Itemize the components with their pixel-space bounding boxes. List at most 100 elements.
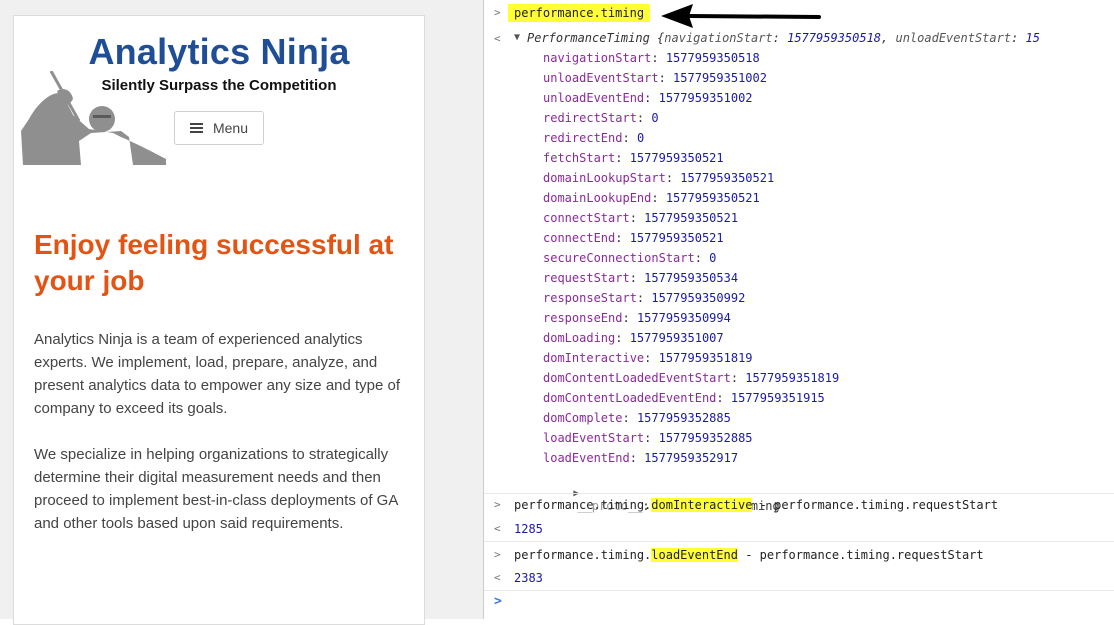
chevron-right-icon: > bbox=[494, 594, 502, 609]
property-value: 1577959350994 bbox=[636, 311, 731, 325]
property-value: 1577959350992 bbox=[651, 291, 746, 305]
specialize-paragraph: We specialize in helping organizations t… bbox=[34, 446, 398, 532]
command-loadeventend-diff[interactable]: performance.timing.loadEventEnd - perfor… bbox=[514, 548, 984, 562]
property-key: responseStart bbox=[543, 291, 637, 305]
intro-paragraph: Analytics Ninja is a team of experienced… bbox=[34, 331, 401, 417]
command-dominteractive-diff[interactable]: performance.timing.domInteractive - perf… bbox=[514, 498, 998, 512]
property-key: requestStart bbox=[543, 271, 630, 285]
property-value: 0 bbox=[651, 111, 659, 125]
property-key: fetchStart bbox=[543, 151, 616, 165]
property-key: secureConnectionStart bbox=[543, 251, 695, 265]
property-key: domInteractive bbox=[543, 351, 645, 365]
console-separator bbox=[484, 493, 1114, 494]
summary-value: 15 bbox=[1025, 31, 1040, 45]
property-row[interactable]: responseStart: 1577959350992 bbox=[543, 291, 745, 305]
property-row[interactable]: unloadEventEnd: 1577959351002 bbox=[543, 91, 753, 105]
property-key: loadEventEnd bbox=[543, 451, 630, 465]
output-chevron-icon: < bbox=[494, 522, 501, 535]
expand-triangle-icon[interactable]: ▼ bbox=[514, 32, 520, 43]
property-row[interactable]: domInteractive: 1577959351819 bbox=[543, 351, 753, 365]
property-row[interactable]: redirectEnd: 0 bbox=[543, 131, 644, 145]
property-row[interactable]: redirectStart: 0 bbox=[543, 111, 659, 125]
input-chevron-icon: > bbox=[494, 498, 501, 511]
command-performance-timing[interactable]: performance.timing bbox=[508, 4, 651, 22]
property-value: 1577959352885 bbox=[636, 411, 731, 425]
property-value: 1577959351007 bbox=[629, 331, 724, 345]
command-suffix: - performance.timing.requestStart bbox=[737, 548, 984, 562]
console-result-row: < 1285 bbox=[484, 519, 1114, 541]
property-row[interactable]: connectStart: 1577959350521 bbox=[543, 211, 738, 225]
property-row[interactable]: domContentLoadedEventStart: 157795935181… bbox=[543, 371, 839, 385]
summary-key: unloadEventStart bbox=[895, 31, 1012, 45]
console-output-object: < ▼ PerformanceTiming {navigationStart: … bbox=[484, 28, 1114, 513]
console-prompt-input[interactable] bbox=[512, 592, 1102, 614]
property-value: 1577959350521 bbox=[629, 151, 724, 165]
property-row[interactable]: responseEnd: 1577959350994 bbox=[543, 311, 731, 325]
property-row[interactable]: domLoading: 1577959351007 bbox=[543, 331, 724, 345]
property-value: 0 bbox=[636, 131, 645, 145]
input-chevron-icon: > bbox=[494, 548, 501, 561]
input-chevron-icon: > bbox=[494, 6, 501, 19]
property-value: 1577959350534 bbox=[644, 271, 739, 285]
property-value: 0 bbox=[709, 251, 717, 265]
property-value: 1577959350521 bbox=[680, 171, 775, 185]
property-row[interactable]: domComplete: 1577959352885 bbox=[543, 411, 731, 425]
property-value: 1577959350518 bbox=[665, 51, 760, 65]
property-key: connectStart bbox=[543, 211, 630, 225]
property-key: domainLookupEnd bbox=[543, 191, 652, 205]
property-key: navigationStart bbox=[543, 51, 652, 65]
output-chevron-icon: < bbox=[494, 32, 501, 45]
summary-value: 1577959350518 bbox=[787, 31, 882, 45]
property-key: domContentLoadedEventEnd bbox=[543, 391, 717, 405]
website-page: Analytics Ninja Silently Surpass the Com… bbox=[13, 15, 425, 625]
property-row[interactable]: unloadEventStart: 1577959351002 bbox=[543, 71, 767, 85]
command-prefix: performance.timing. bbox=[514, 498, 652, 512]
property-row[interactable]: connectEnd: 1577959350521 bbox=[543, 231, 724, 245]
property-value: 1577959351002 bbox=[658, 91, 753, 105]
result-value: 2383 bbox=[514, 571, 543, 585]
highlighted-property: loadEventEnd bbox=[651, 548, 738, 562]
devtools-console[interactable]: > performance.timing < ▼ PerformanceTimi… bbox=[483, 0, 1114, 619]
property-row[interactable]: secureConnectionStart: 0 bbox=[543, 251, 716, 265]
property-row[interactable]: fetchStart: 1577959350521 bbox=[543, 151, 724, 165]
property-row[interactable]: loadEventStart: 1577959352885 bbox=[543, 431, 753, 445]
property-value: 1577959351915 bbox=[730, 391, 825, 405]
property-value: 1577959352885 bbox=[658, 431, 753, 445]
property-row[interactable]: requestStart: 1577959350534 bbox=[543, 271, 738, 285]
menu-button[interactable]: Menu bbox=[174, 111, 264, 145]
property-key: redirectStart bbox=[543, 111, 637, 125]
command-suffix: - performance.timing.requestStart bbox=[752, 498, 999, 512]
highlighted-property: domInteractive bbox=[651, 498, 753, 512]
summary-key: navigationStart bbox=[664, 31, 773, 45]
property-value: 1577959350521 bbox=[644, 211, 739, 225]
site-title[interactable]: Analytics Ninja bbox=[14, 31, 424, 73]
property-row[interactable]: domainLookupEnd: 1577959350521 bbox=[543, 191, 760, 205]
object-type: PerformanceTiming bbox=[527, 31, 650, 45]
console-separator bbox=[484, 590, 1114, 591]
property-value: 1577959351819 bbox=[745, 371, 840, 385]
property-key: connectEnd bbox=[543, 231, 616, 245]
property-key: responseEnd bbox=[543, 311, 623, 325]
property-key: domContentLoadedEventStart bbox=[543, 371, 731, 385]
menu-button-label: Menu bbox=[212, 120, 249, 136]
site-tagline: Silently Surpass the Competition bbox=[101, 77, 337, 94]
property-row[interactable]: loadEventEnd: 1577959352917 bbox=[543, 451, 738, 465]
page-headline: Enjoy feeling successful at your job bbox=[34, 229, 394, 296]
property-key: domainLookupStart bbox=[543, 171, 666, 185]
command-prefix: performance.timing. bbox=[514, 548, 652, 562]
console-input-row: > performance.timing.domInteractive - pe… bbox=[484, 495, 1114, 519]
property-key: redirectEnd bbox=[543, 131, 623, 145]
property-row[interactable]: navigationStart: 1577959350518 bbox=[543, 51, 760, 65]
property-key: unloadEventStart bbox=[543, 71, 659, 85]
object-summary[interactable]: PerformanceTiming {navigationStart: 1577… bbox=[527, 31, 1040, 45]
property-row[interactable]: domContentLoadedEventEnd: 1577959351915 bbox=[543, 391, 825, 405]
property-row[interactable]: domainLookupStart: 1577959350521 bbox=[543, 171, 774, 185]
console-result-row: < 2383 bbox=[484, 568, 1114, 590]
console-input-row: > performance.timing.loadEventEnd - perf… bbox=[484, 545, 1114, 569]
property-value: 1577959350521 bbox=[629, 231, 724, 245]
console-separator bbox=[484, 541, 1114, 542]
output-chevron-icon: < bbox=[494, 571, 501, 584]
black-arrow-left-icon bbox=[661, 4, 821, 28]
property-key: domComplete bbox=[543, 411, 623, 425]
hamburger-icon bbox=[189, 123, 203, 133]
